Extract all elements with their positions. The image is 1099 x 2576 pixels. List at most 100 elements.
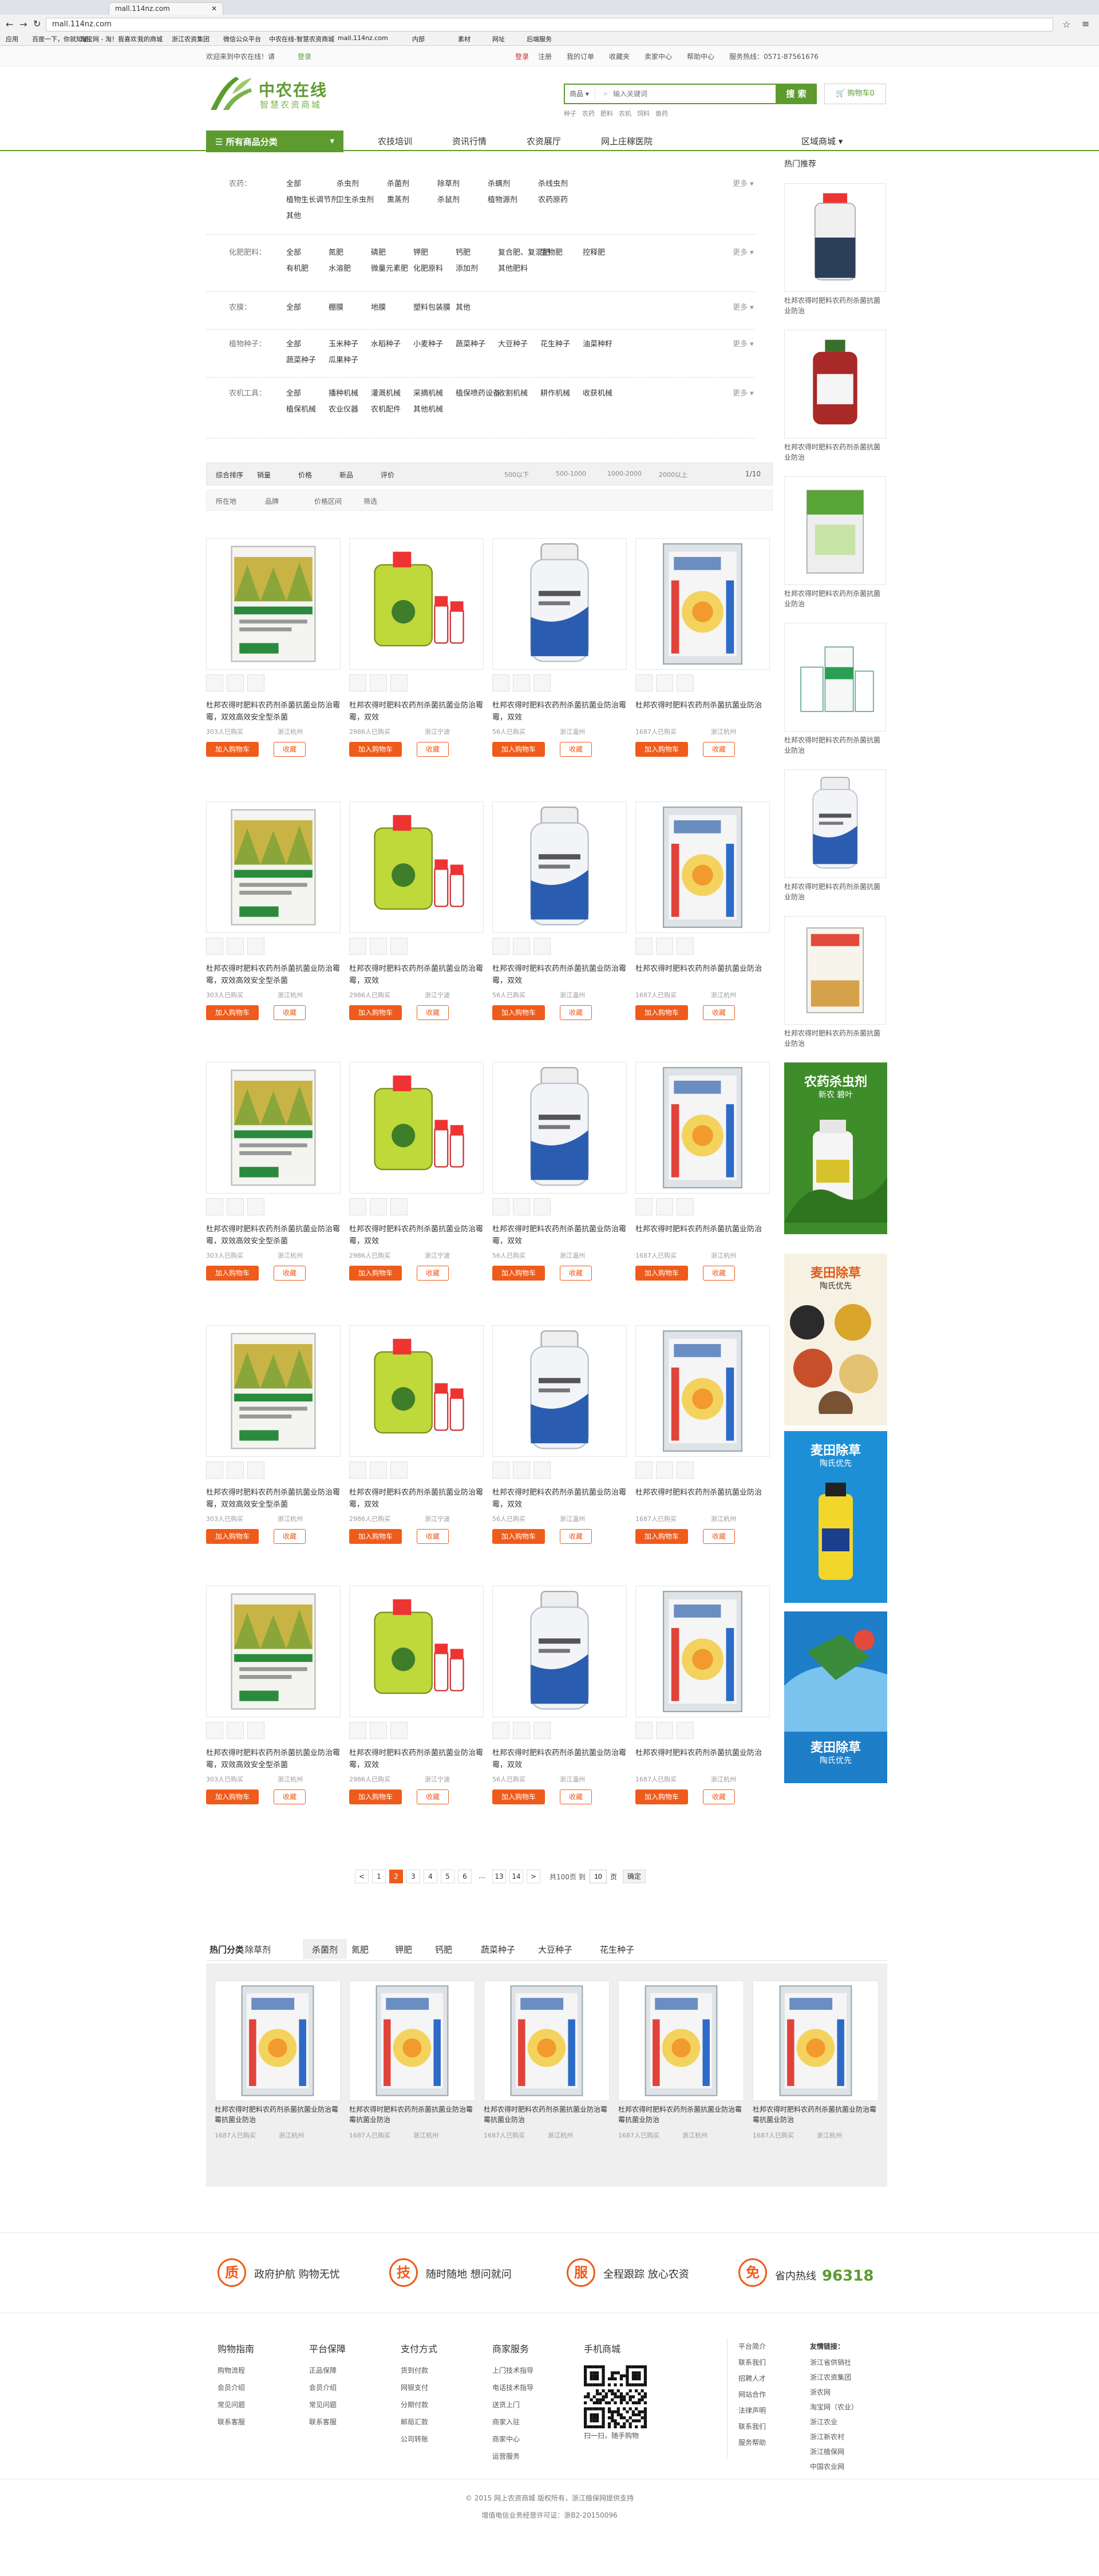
product-name[interactable]: 杜邦农得时肥料农药剂杀菌抗菌业防治 (635, 1487, 770, 1511)
filter-option[interactable]: 播种机械 (329, 387, 358, 398)
footer-link[interactable]: 常见问题 (309, 2400, 346, 2417)
add-to-cart-button[interactable]: 加入购物车 (492, 1529, 545, 1544)
filter-option[interactable]: 地膜 (371, 301, 386, 312)
cart-button[interactable]: 🛒 购物车0 (824, 84, 886, 104)
friend-link[interactable]: 中国农业网 (810, 2462, 844, 2471)
footer-link[interactable]: 分期付款 (401, 2400, 437, 2417)
promo-banner[interactable]: 农药杀虫剂 新农 碧叶 (784, 1062, 887, 1234)
favorite-button[interactable]: 收藏 (417, 1529, 449, 1544)
recommend-card[interactable]: 杜邦农得时肥料农药剂杀菌抗菌业防治霉霉抗菌业防治 1687人已购买 浙江杭州 (215, 1981, 341, 2170)
address-bar[interactable]: mall.114nz.com (46, 18, 1053, 31)
product-card[interactable]: 杜邦农得时肥料农药剂杀菌抗菌业防治 1687人已购买 浙江杭州 加入购物车 收藏 (635, 1586, 770, 1826)
sidebar-product-name[interactable]: 杜邦农得时肥料农药剂杀菌抗菌业防治 (784, 882, 886, 902)
product-card[interactable]: 杜邦农得时肥料农药剂杀菌抗菌业防治霉霉，双效高效安全型杀菌 303人已购买 浙江杭州… (206, 1062, 341, 1302)
filter-item-2[interactable]: 价格区间 (314, 496, 342, 506)
filter-option[interactable]: 植物生长调节剂 (286, 193, 338, 204)
favorite-button[interactable]: 收藏 (560, 742, 592, 757)
filter-option[interactable]: 灌溉机械 (371, 387, 401, 398)
filter-more-link[interactable]: 更多 ▾ (733, 177, 754, 188)
product-card[interactable]: 杜邦农得时肥料农药剂杀菌抗菌业防治霉霉，双效 56人已购买 浙江温州 加入购物车 收藏 (492, 801, 627, 1042)
favorite-button[interactable]: 收藏 (703, 1529, 735, 1544)
footer-link[interactable]: 联系客服 (218, 2417, 254, 2434)
filter-option[interactable]: 有机肥 (286, 262, 309, 273)
product-card[interactable]: 杜邦农得时肥料农药剂杀菌抗菌业防治霉霉，双效 2986人已购买 浙江宁波 加入购物车收… (349, 1586, 484, 1826)
nav-link[interactable]: 网上庄稼医院 (601, 135, 653, 147)
add-to-cart-button[interactable]: 加入购物车 (635, 742, 688, 757)
price-range-option[interactable]: 2000以上 (659, 470, 687, 479)
product-card[interactable]: 杜邦农得时肥料农药剂杀菌抗菌业防治霉霉，双效 56人已购买 浙江温州 加入购物车 收藏 (492, 538, 627, 779)
filter-option[interactable]: 植保机械 (286, 403, 316, 414)
product-name[interactable]: 杜邦农得时肥料农药剂杀菌抗菌业防治霉霉，双效高效安全型杀菌 (206, 1747, 341, 1771)
promo-banner[interactable]: 麦田除草 陶氏优先 (784, 1254, 887, 1425)
add-to-cart-button[interactable]: 加入购物车 (492, 1266, 545, 1281)
page-next[interactable]: > (527, 1870, 540, 1883)
product-card[interactable]: 杜邦农得时肥料农药剂杀菌抗菌业防治霉霉，双效高效安全型杀菌 303人已购买 浙江杭州… (206, 801, 341, 1042)
promo-banner[interactable]: 麦田除草 陶氏优先 (784, 1431, 887, 1603)
browser-tab[interactable]: mall.114nz.com ✕ (109, 2, 223, 15)
filter-item-2[interactable]: 所在地 (216, 496, 236, 506)
product-image[interactable] (206, 538, 341, 670)
product-name[interactable]: 杜邦农得时肥料农药剂杀菌抗菌业防治霉霉，双效高效安全型杀菌 (206, 1223, 341, 1247)
region-mall-link[interactable]: 区域商城 ▾ (801, 135, 843, 147)
add-to-cart-button[interactable]: 加入购物车 (635, 1266, 688, 1281)
product-card[interactable]: 杜邦农得时肥料农药剂杀菌抗菌业防治霉霉，双效 2986人已购买 浙江宁波 加入购物车收… (349, 538, 484, 779)
page-number[interactable]: 13 (492, 1870, 506, 1883)
filter-option[interactable]: 除草剂 (437, 177, 460, 188)
filter-option[interactable]: 全部 (286, 246, 301, 257)
bookmark-item[interactable]: 浙江农资集团 (172, 34, 209, 44)
sort-item[interactable]: 价格 (298, 470, 312, 480)
add-to-cart-button[interactable]: 加入购物车 (349, 1005, 402, 1020)
page-prev[interactable]: < (355, 1870, 369, 1883)
filter-option[interactable]: 化肥原料 (413, 262, 443, 273)
footer-link[interactable]: 送货上门 (492, 2400, 533, 2417)
filter-option[interactable]: 生物肥 (540, 246, 563, 257)
hot-word-link[interactable]: 饲料 (637, 110, 650, 117)
product-card[interactable]: 杜邦农得时肥料农药剂杀菌抗菌业防治 1687人已购买 浙江杭州 加入购物车 收藏 (635, 801, 770, 1042)
hot-word-link[interactable]: 农机 (619, 110, 631, 117)
favorite-button[interactable]: 收藏 (417, 742, 449, 757)
bookmark-item[interactable]: 网址 (492, 34, 505, 44)
recommend-tab[interactable]: 大豆种子 (538, 1943, 572, 1955)
top-link[interactable]: 我的订单 (567, 53, 594, 61)
product-image[interactable] (206, 801, 341, 933)
friend-link[interactable]: 浙农网 (810, 2387, 831, 2397)
nav-link[interactable]: 农技培训 (378, 135, 412, 147)
product-card[interactable]: 杜邦农得时肥料农药剂杀菌抗菌业防治霉霉，双效 2986人已购买 浙江宁波 加入购物车收… (349, 1062, 484, 1302)
filter-option[interactable]: 杀虫剂 (337, 177, 359, 188)
filter-item-2[interactable]: 品牌 (265, 496, 279, 506)
product-card[interactable]: 杜邦农得时肥料农药剂杀菌抗菌业防治霉霉，双效高效安全型杀菌 303人已购买 浙江杭州… (206, 538, 341, 779)
footer-link[interactable]: 服务帮助 (738, 2437, 766, 2447)
product-name[interactable]: 杜邦农得时肥料农药剂杀菌抗菌业防治霉霉，双效 (349, 963, 484, 987)
product-name[interactable]: 杜邦农得时肥料农药剂杀菌抗菌业防治 (635, 1223, 770, 1247)
filter-option[interactable]: 采摘机械 (413, 387, 443, 398)
add-to-cart-button[interactable]: 加入购物车 (349, 742, 402, 757)
bookmark-item[interactable]: 素材 (458, 34, 471, 44)
page-number[interactable]: 5 (441, 1870, 454, 1883)
hot-word-link[interactable]: 农药 (582, 110, 595, 117)
favorite-button[interactable]: 收藏 (417, 1789, 449, 1804)
promo-banner[interactable]: 麦田除草 陶氏优先 (784, 1611, 887, 1783)
footer-link[interactable]: 常见问题 (218, 2400, 254, 2417)
star-icon[interactable]: ☆ (1062, 19, 1070, 30)
filter-option[interactable]: 水溶肥 (329, 262, 351, 273)
footer-link[interactable]: 招聘人才 (738, 2373, 766, 2383)
product-image[interactable] (492, 1586, 627, 1717)
price-range-option[interactable]: 500-1000 (556, 470, 586, 477)
footer-link[interactable]: 会员介绍 (218, 2383, 254, 2400)
filter-option[interactable]: 钾肥 (413, 246, 428, 257)
sidebar-product[interactable]: 杜邦农得时肥料农药剂杀菌抗菌业防治 (784, 916, 886, 1059)
product-image[interactable] (206, 1586, 341, 1717)
filter-option[interactable]: 大豆种子 (498, 338, 528, 349)
recommend-card[interactable]: 杜邦农得时肥料农药剂杀菌抗菌业防治霉霉抗菌业防治 1687人已购买 浙江杭州 (484, 1981, 610, 2170)
reload-icon[interactable]: ↻ (33, 18, 41, 29)
sidebar-product-name[interactable]: 杜邦农得时肥料农药剂杀菌抗菌业防治 (784, 442, 886, 463)
bookmark-item[interactable]: 内部 (412, 34, 425, 44)
price-range-option[interactable]: 1000-2000 (607, 470, 642, 477)
favorite-button[interactable]: 收藏 (703, 1005, 735, 1020)
sort-item[interactable]: 评价 (381, 470, 394, 480)
filter-option[interactable]: 农机配件 (371, 403, 401, 414)
favorite-button[interactable]: 收藏 (560, 1529, 592, 1544)
favorite-button[interactable]: 收藏 (560, 1789, 592, 1804)
product-name[interactable]: 杜邦农得时肥料农药剂杀菌抗菌业防治霉霉，双效 (492, 963, 627, 987)
add-to-cart-button[interactable]: 加入购物车 (206, 1789, 259, 1804)
